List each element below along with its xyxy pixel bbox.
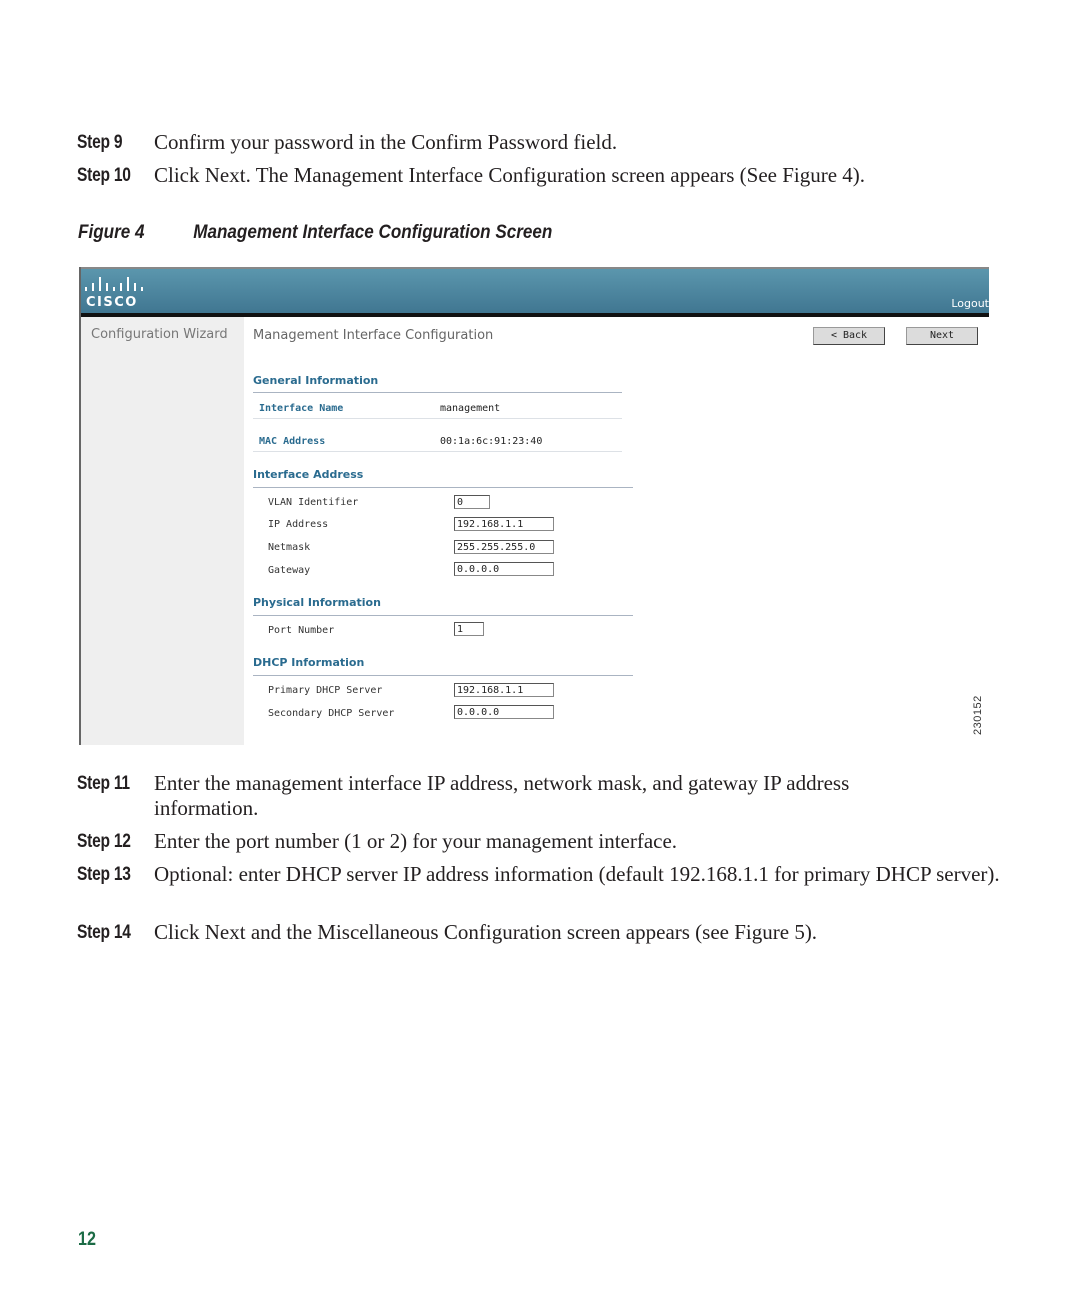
interface-name-value: management (440, 403, 501, 414)
step-label: Step 13 (77, 864, 131, 885)
mac-address-value: 00:1a:6c:91:23:40 (440, 436, 543, 447)
figure-ref: Figure 4 (782, 163, 853, 187)
page-number: 12 (78, 1229, 96, 1250)
section-dhcp-information: DHCP Information (253, 656, 365, 669)
cisco-logo-icon (85, 277, 145, 291)
step-label: Step 11 (77, 773, 130, 794)
brand-logo: CISCO (86, 295, 138, 310)
sidebar-title: Configuration Wizard (91, 327, 228, 342)
vlan-identifier-label: VLAN Identifier (268, 497, 359, 508)
next-emphasis: Next (204, 920, 246, 944)
step-text: Click Next. The Management Interface Con… (154, 163, 866, 187)
divider (253, 451, 622, 452)
secondary-dhcp-input[interactable] (454, 705, 554, 719)
step-label: Step 9 (77, 132, 123, 153)
figure-caption: Figure 4 Management Interface Configurat… (78, 222, 552, 244)
gateway-input[interactable] (454, 562, 554, 576)
step-label: Step 14 (77, 922, 131, 943)
ui-screenshot: CISCO Logout Configuration Wizard Manage… (79, 267, 989, 745)
step-text: Optional: enter DHCP server IP address i… (154, 862, 1000, 886)
step-text: Enter the management interface IP addres… (154, 771, 850, 820)
step-text: Click Next and the Miscellaneous Configu… (154, 920, 818, 944)
gateway-label: Gateway (268, 565, 311, 576)
logout-link[interactable]: Logout (951, 297, 989, 310)
sidebar: Configuration Wizard (81, 317, 244, 745)
divider (253, 418, 622, 419)
step-text: Confirm your password in the Confirm Pas… (154, 130, 618, 154)
section-general-information: General Information (253, 374, 379, 387)
section-interface-address: Interface Address (253, 468, 364, 481)
next-emphasis: Next (204, 163, 246, 187)
step-label: Step 10 (77, 165, 131, 186)
primary-dhcp-input[interactable] (454, 683, 554, 697)
divider (253, 392, 622, 393)
netmask-input[interactable] (454, 540, 554, 554)
ip-address-label: IP Address (268, 519, 329, 530)
divider (253, 675, 633, 676)
page-title: Management Interface Configuration (253, 328, 494, 343)
figure-id-number: 230152 (972, 695, 984, 735)
divider (253, 487, 633, 488)
divider (253, 615, 633, 616)
secondary-dhcp-label: Secondary DHCP Server (268, 708, 395, 719)
ip-address-input[interactable] (454, 517, 554, 531)
step-text: Enter the port number (1 or 2) for your … (154, 829, 678, 853)
vlan-identifier-input[interactable] (454, 495, 490, 509)
back-button[interactable]: < Back (813, 327, 885, 345)
header-banner: CISCO Logout (81, 267, 989, 315)
section-physical-information: Physical Information (253, 596, 381, 609)
netmask-label: Netmask (268, 542, 311, 553)
port-number-label: Port Number (268, 625, 335, 636)
next-button[interactable]: Next (906, 327, 978, 345)
step-label: Step 12 (77, 831, 131, 852)
interface-name-label: Interface Name (259, 403, 344, 414)
figure-number: Figure 4 (78, 222, 145, 243)
port-number-input[interactable] (454, 622, 484, 636)
mac-address-label: MAC Address (259, 436, 326, 447)
primary-dhcp-label: Primary DHCP Server (268, 685, 383, 696)
figure-title: Management Interface Configuration Scree… (193, 222, 553, 243)
